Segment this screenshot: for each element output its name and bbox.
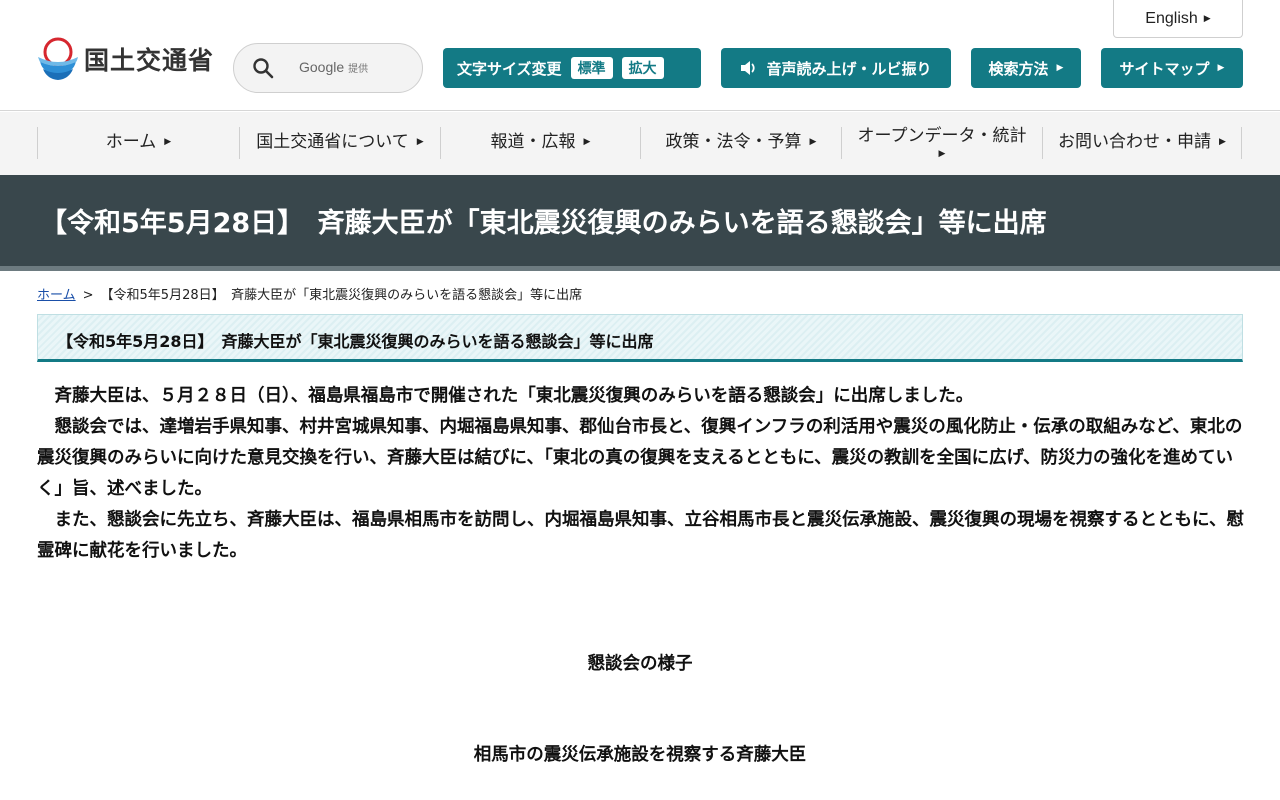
- nav-item-home[interactable]: ホーム ▶: [37, 127, 239, 159]
- speech-ruby-label: 音声読み上げ・ルビ振り: [766, 59, 932, 78]
- breadcrumb: ホーム > 【令和5年5月28日】 斉藤大臣が「東北震災復興のみらいを語る懇談会」等…: [37, 284, 582, 303]
- content-heading-box: 【令和5年5月28日】 斉藤大臣が「東北震災復興のみらいを語る懇談会」等に出席: [37, 314, 1243, 362]
- speech-ruby-button[interactable]: 音声読み上げ・ルビ振り: [721, 48, 951, 88]
- triangle-right-icon: ▶: [1056, 63, 1064, 73]
- triangle-right-icon: ▶: [809, 137, 817, 148]
- sitemap-label: サイトマップ: [1119, 59, 1210, 78]
- site-logo[interactable]: 国土交通省: [37, 37, 214, 81]
- nav-item-label: 国土交通省について: [256, 132, 409, 153]
- breadcrumb-separator: >: [82, 288, 94, 303]
- nav-item-label: オープンデータ・統計: [857, 125, 1027, 146]
- nav-item-label: ホーム: [105, 132, 157, 153]
- search-method-button[interactable]: 検索方法 ▶: [971, 48, 1081, 88]
- nav-item-label: 政策・法令・予算: [665, 132, 802, 153]
- site-search-box[interactable]: Google 提供: [233, 43, 423, 93]
- site-header: 国土交通省 Google 提供 English ▶ 文字サイズ変更 標準 拡大 音声…: [0, 0, 1280, 111]
- site-logo-text: 国土交通省: [84, 46, 215, 75]
- nav-item-open-data[interactable]: オープンデータ・統計 ▶: [841, 125, 1042, 159]
- article-paragraph: また、懇談会に先立ち、斉藤大臣は、福島県相馬市を訪問し、内堀福島県知事、立谷相馬…: [37, 510, 1244, 561]
- google-search-label: Google 提供: [299, 59, 368, 75]
- triangle-right-icon: ▶: [583, 137, 591, 148]
- sitemap-button[interactable]: サイトマップ ▶: [1101, 48, 1243, 88]
- english-link-label: English: [1145, 9, 1198, 27]
- nav-item-policy[interactable]: 政策・法令・予算 ▶: [640, 127, 841, 159]
- search-provider-name: Google: [299, 59, 345, 75]
- triangle-right-icon: ▶: [164, 137, 172, 148]
- font-size-control: 文字サイズ変更 標準 拡大: [443, 48, 701, 88]
- speaker-icon: [741, 61, 756, 75]
- search-method-label: 検索方法: [988, 59, 1049, 78]
- triangle-right-icon: ▶: [1203, 13, 1211, 23]
- nav-item-press[interactable]: 報道・広報 ▶: [440, 127, 640, 159]
- search-icon[interactable]: [252, 57, 274, 79]
- article-body: 斉藤大臣は、５月２８日（日）、福島県福島市で開催された「東北震災復興のみらいを語…: [37, 381, 1247, 567]
- triangle-right-icon: ▶: [938, 149, 946, 159]
- breadcrumb-current: 【令和5年5月28日】 斉藤大臣が「東北震災復興のみらいを語る懇談会」等に出席: [100, 288, 583, 303]
- font-size-large-button[interactable]: 拡大: [621, 57, 664, 79]
- article-paragraph: 懇談会では、達増岩手県知事、村井宮城県知事、内堀福島県知事、郡仙台市長と、復興イ…: [37, 417, 1243, 499]
- mlit-logo-icon: [38, 37, 78, 80]
- triangle-right-icon: ▶: [416, 137, 424, 148]
- font-size-label: 文字サイズ変更: [457, 59, 562, 78]
- page-title-band: 【令和5年5月28日】 斉藤大臣が「東北震災復興のみらいを語る懇談会」等に出席: [0, 175, 1280, 271]
- nav-item-about[interactable]: 国土交通省について ▶: [239, 127, 440, 159]
- english-link[interactable]: English ▶: [1113, 0, 1243, 38]
- nav-item-label: お問い合わせ・申請: [1058, 132, 1212, 153]
- font-size-standard-button[interactable]: 標準: [570, 57, 613, 79]
- nav-item-label: 報道・広報: [490, 132, 576, 153]
- search-provider-suffix: 提供: [348, 64, 369, 75]
- page-title: 【令和5年5月28日】 斉藤大臣が「東北震災復興のみらいを語る懇談会」等に出席: [40, 208, 1047, 239]
- content-heading: 【令和5年5月28日】 斉藤大臣が「東北震災復興のみらいを語る懇談会」等に出席: [57, 332, 654, 351]
- photo-caption-inspection: 相馬市の震災伝承施設を視察する斉藤大臣: [473, 745, 807, 765]
- triangle-right-icon: ▶: [1219, 137, 1226, 148]
- photo-caption-meeting: 懇談会の様子: [587, 654, 693, 674]
- triangle-right-icon: ▶: [1217, 63, 1225, 73]
- nav-item-contact[interactable]: お問い合わせ・申請 ▶: [1042, 127, 1242, 159]
- global-nav: ホーム ▶ 国土交通省について ▶ 報道・広報 ▶ 政策・法令・予算 ▶ オープンデータ…: [0, 112, 1280, 175]
- breadcrumb-home-link[interactable]: ホーム: [37, 288, 76, 303]
- article-paragraph: 斉藤大臣は、５月２８日（日）、福島県福島市で開催された「東北震災復興のみらいを語…: [54, 386, 974, 406]
